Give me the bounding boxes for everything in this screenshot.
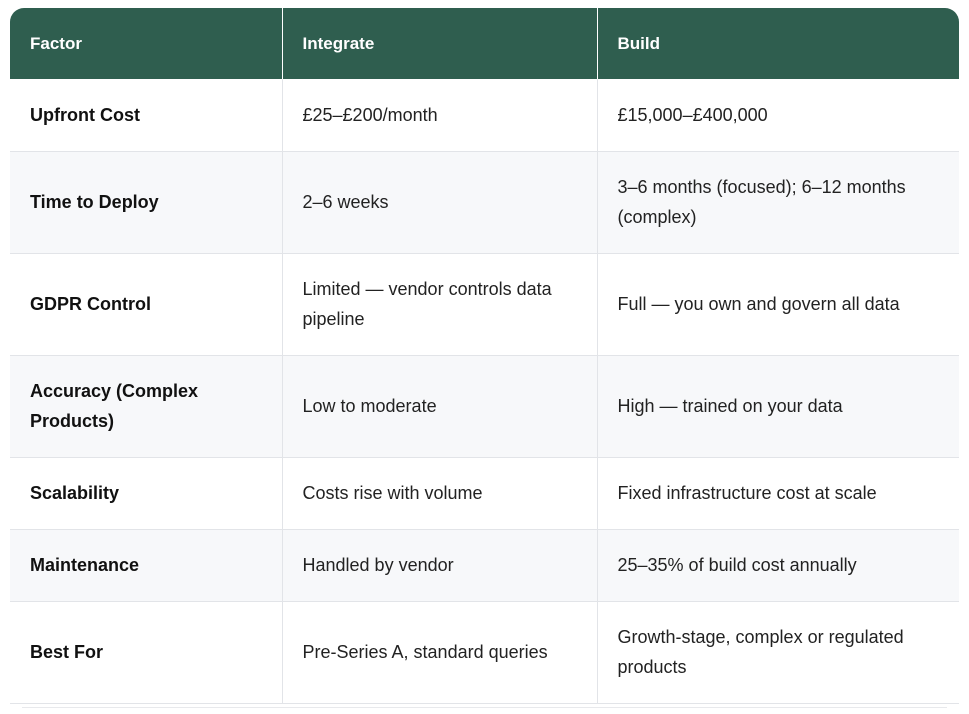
build-cell: High — trained on your data bbox=[597, 355, 959, 458]
integrate-cell: £25–£200/month bbox=[282, 79, 598, 152]
comparison-table: Factor Integrate Build Upfront Cost £25–… bbox=[10, 8, 959, 704]
table-row: Maintenance Handled by vendor 25–35% of … bbox=[10, 529, 959, 602]
build-cell: Full — you own and govern all data bbox=[597, 253, 959, 356]
factor-cell: Time to Deploy bbox=[10, 151, 283, 254]
integrate-cell: 2–6 weeks bbox=[282, 151, 598, 254]
comparison-table-container: Factor Integrate Build Upfront Cost £25–… bbox=[10, 8, 959, 704]
factor-cell: Maintenance bbox=[10, 529, 283, 602]
table-row: Accuracy (Complex Products) Low to moder… bbox=[10, 355, 959, 458]
integrate-cell: Handled by vendor bbox=[282, 529, 598, 602]
factor-cell: Upfront Cost bbox=[10, 79, 283, 152]
header-build: Build bbox=[617, 33, 661, 53]
table-row: Upfront Cost £25–£200/month £15,000–£400… bbox=[10, 79, 959, 152]
build-cell: 25–35% of build cost annually bbox=[597, 529, 959, 602]
build-cell: 3–6 months (focused); 6–12 months (compl… bbox=[597, 151, 959, 254]
header-factor: Factor bbox=[10, 8, 283, 79]
table-row: Scalability Costs rise with volume Fixed… bbox=[10, 457, 959, 530]
table-body: Upfront Cost £25–£200/month £15,000–£400… bbox=[10, 79, 959, 704]
integrate-cell: Limited — vendor controls data pipeline bbox=[282, 253, 598, 356]
table-row: Best For Pre-Series A, standard queries … bbox=[10, 601, 959, 704]
header-integrate: Integrate bbox=[282, 8, 598, 79]
table-row: Time to Deploy 2–6 weeks 3–6 months (foc… bbox=[10, 151, 959, 254]
build-cell: £15,000–£400,000 bbox=[597, 79, 959, 152]
factor-cell: GDPR Control bbox=[10, 253, 283, 356]
table-header: Factor Integrate Build bbox=[10, 8, 959, 79]
integrate-cell: Low to moderate bbox=[282, 355, 598, 458]
table-row: GDPR Control Limited — vendor controls d… bbox=[10, 253, 959, 356]
factor-cell: Accuracy (Complex Products) bbox=[10, 355, 283, 458]
table-bottom-divider bbox=[22, 707, 947, 708]
build-cell: Growth-stage, complex or regulated produ… bbox=[597, 601, 959, 704]
integrate-cell: Costs rise with volume bbox=[282, 457, 598, 530]
factor-cell: Scalability bbox=[10, 457, 283, 530]
factor-cell: Best For bbox=[10, 601, 283, 704]
integrate-cell: Pre-Series A, standard queries bbox=[282, 601, 598, 704]
header-row: Factor Integrate Build bbox=[10, 8, 959, 79]
build-cell: Fixed infrastructure cost at scale bbox=[597, 457, 959, 530]
